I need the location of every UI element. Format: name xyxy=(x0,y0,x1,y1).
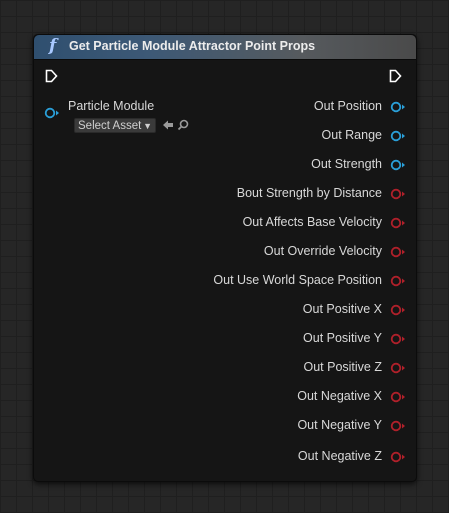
vector-output-pin-icon[interactable] xyxy=(390,101,406,113)
bool-output-pin-icon[interactable] xyxy=(390,304,406,316)
particle-module-input-pin-icon[interactable] xyxy=(44,107,60,119)
select-asset-label: Select Asset xyxy=(78,120,142,132)
bool-output-pin-icon[interactable] xyxy=(390,420,406,432)
vector-output-pin-icon[interactable] xyxy=(390,130,406,142)
exec-out-pin-icon[interactable] xyxy=(389,69,402,83)
particle-module-label: Particle Module xyxy=(68,99,155,113)
output-pin-label: Out Override Velocity xyxy=(263,244,382,258)
bool-output-pin-icon[interactable] xyxy=(390,391,406,403)
search-icon[interactable] xyxy=(177,119,189,131)
output-pin-label: Out Range xyxy=(321,128,382,142)
bool-output-pin-icon[interactable] xyxy=(390,217,406,229)
blueprint-node[interactable]: f Get Particle Module Attractor Point Pr… xyxy=(33,34,417,482)
output-pin-label: Out Negative Z xyxy=(297,449,382,463)
vector-output-pin-icon[interactable] xyxy=(390,159,406,171)
output-pin-label: Out Strength xyxy=(311,157,382,171)
output-pin-label: Out Position xyxy=(313,99,382,113)
bool-output-pin-icon[interactable] xyxy=(390,188,406,200)
output-pin-label: Out Positive Y xyxy=(303,331,382,345)
output-pin-label: Out Affects Base Velocity xyxy=(242,215,382,229)
node-header[interactable]: f Get Particle Module Attractor Point Pr… xyxy=(34,35,416,60)
output-pin-label: Bout Strength by Distance xyxy=(236,186,382,200)
output-pin-label: Out Use World Space Position xyxy=(213,273,382,287)
output-pin-label: Out Positive X xyxy=(302,302,382,316)
select-asset-dropdown[interactable]: Select Asset ▼ xyxy=(74,118,156,133)
output-pin-label: Out Negative Y xyxy=(297,418,382,432)
output-pin-label: Out Negative X xyxy=(297,389,382,403)
bool-output-pin-icon[interactable] xyxy=(390,333,406,345)
chevron-down-icon: ▼ xyxy=(143,121,152,131)
output-pin-label: Out Positive Z xyxy=(303,360,383,374)
arrow-left-icon[interactable] xyxy=(162,119,174,131)
bool-output-pin-icon[interactable] xyxy=(390,451,406,463)
exec-in-pin-icon[interactable] xyxy=(45,69,58,83)
function-icon: f xyxy=(49,36,57,56)
bool-output-pin-icon[interactable] xyxy=(390,275,406,287)
bool-output-pin-icon[interactable] xyxy=(390,362,406,374)
bool-output-pin-icon[interactable] xyxy=(390,246,406,258)
node-title: Get Particle Module Attractor Point Prop… xyxy=(69,39,316,53)
